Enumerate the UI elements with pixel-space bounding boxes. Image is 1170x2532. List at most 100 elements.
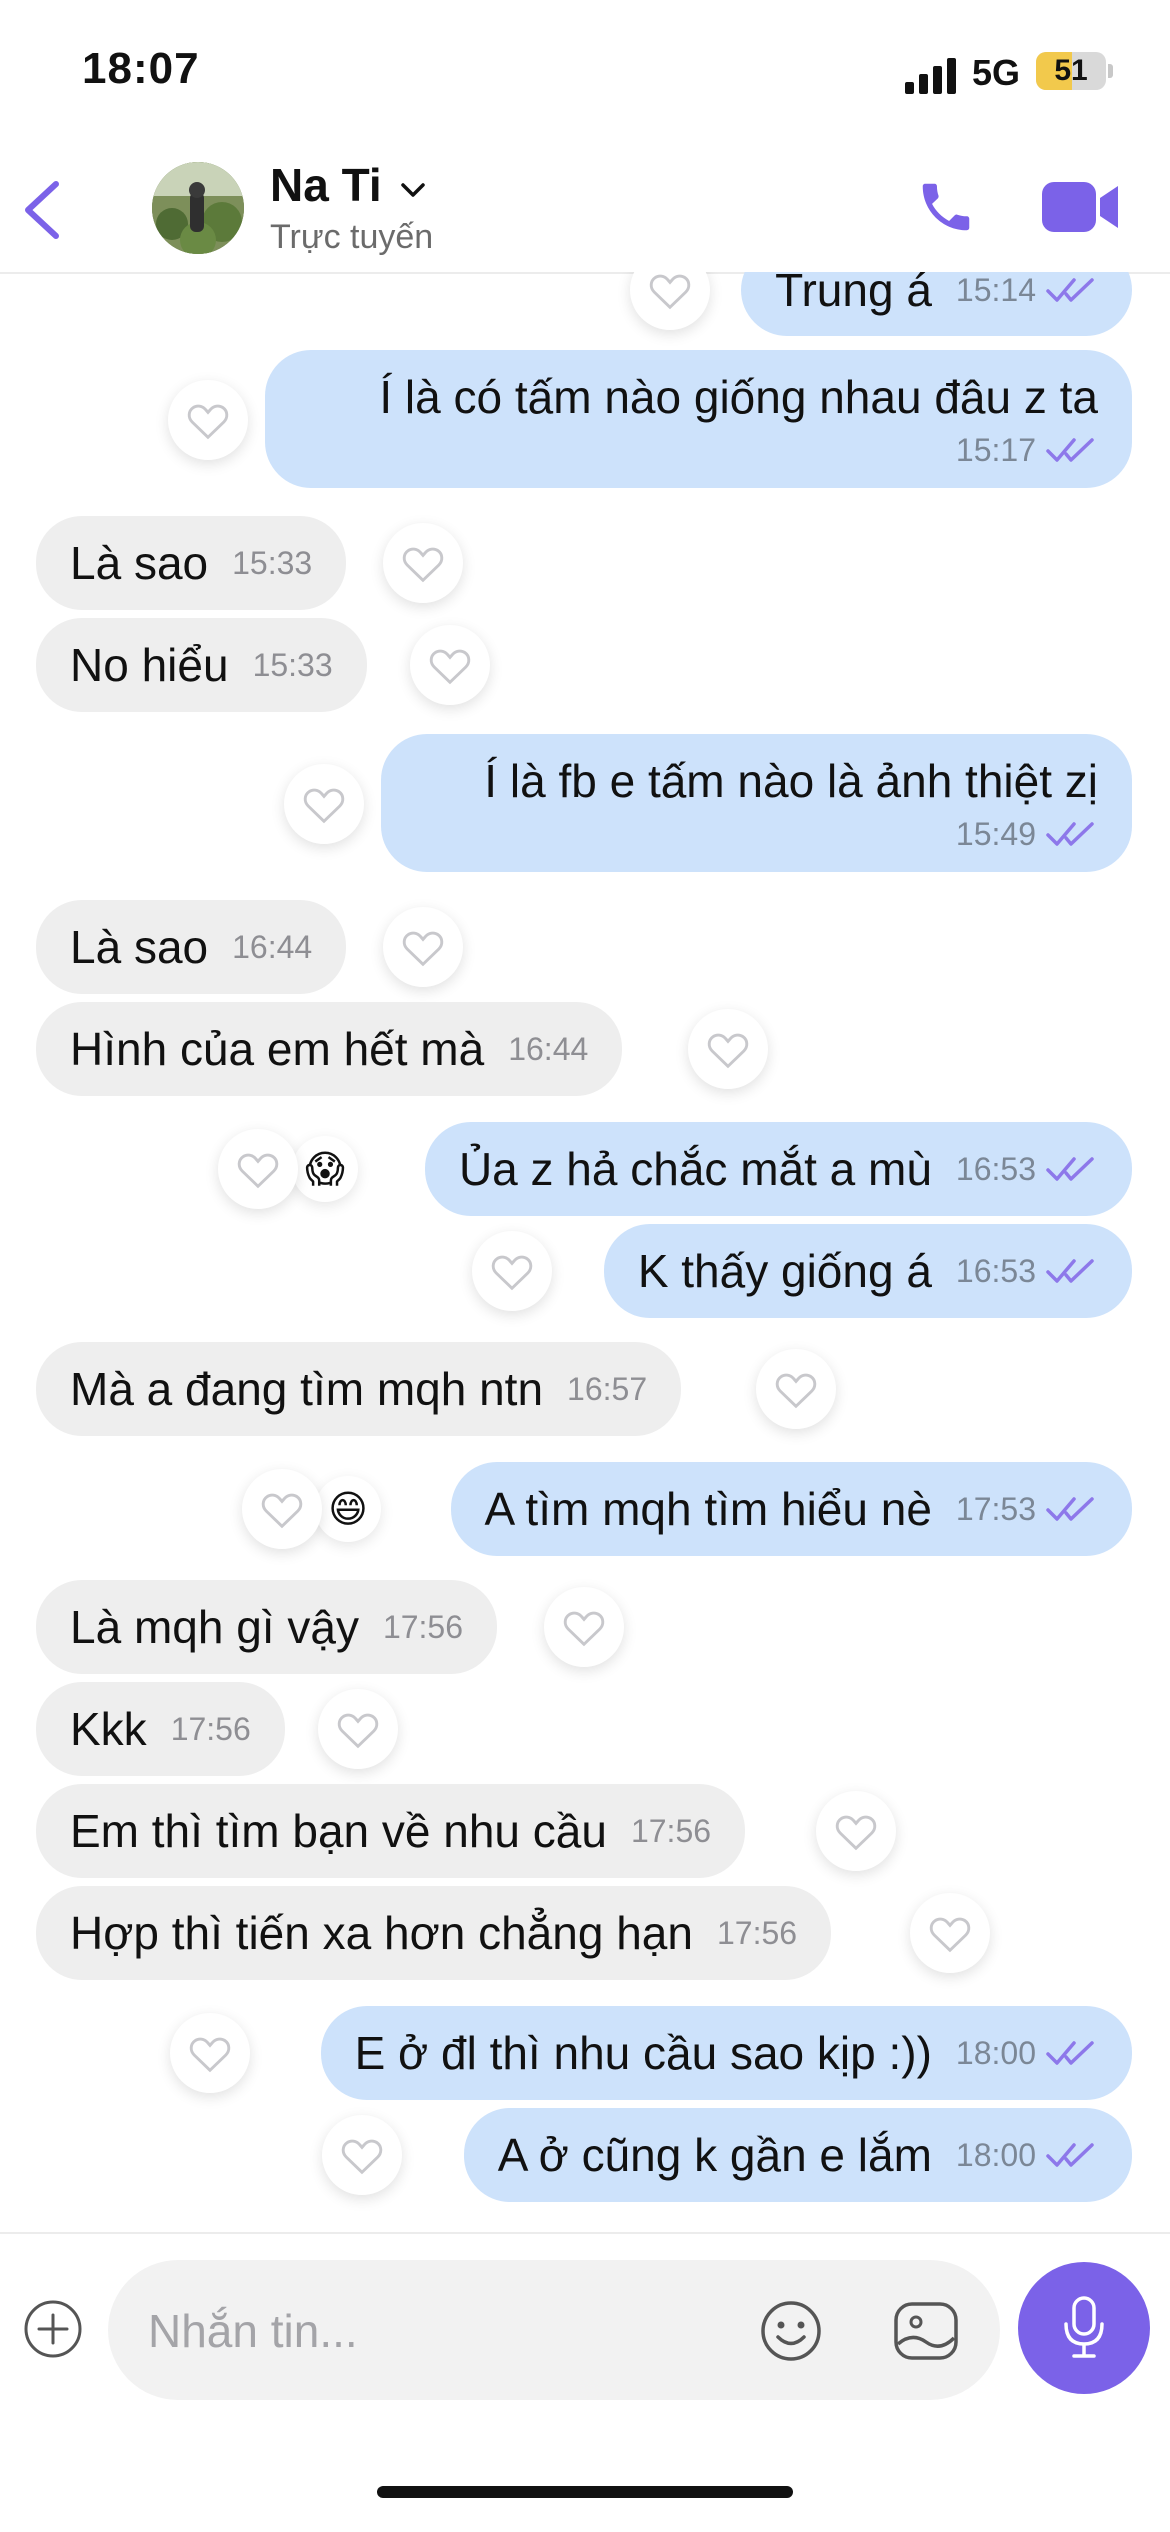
- battery-tip: [1108, 64, 1113, 78]
- message-text: Í là có tấm nào giống nhau đâu z ta: [379, 370, 1098, 423]
- message-meta: 15:33: [232, 545, 312, 582]
- message-bubble-incoming[interactable]: Là mqh gì vậy 17:56: [36, 1580, 498, 1674]
- react-heart-button[interactable]: [544, 1587, 624, 1667]
- message-bubble-incoming[interactable]: Hình của em hết mà 16:44: [36, 1002, 623, 1096]
- chat-header: Na Ti Trực tuyến: [0, 150, 1170, 274]
- message-bubble-incoming[interactable]: Là sao 16:44: [36, 900, 347, 994]
- message-meta: 16:53: [956, 1151, 1098, 1188]
- message-text: Í là fb e tấm nào là ảnh thiệt zị: [484, 754, 1098, 807]
- react-heart-button[interactable]: [688, 1009, 768, 1089]
- message-text: K thấy giống á: [637, 1245, 932, 1297]
- message-row: No hiểu 15:33: [0, 618, 1170, 712]
- message-bubble-outgoing[interactable]: Í là fb e tấm nào là ảnh thiệt zị 15:49: [381, 734, 1132, 872]
- message-bubble-outgoing[interactable]: Í là có tấm nào giống nhau đâu z ta 15:1…: [265, 350, 1132, 488]
- microphone-button[interactable]: [1018, 2262, 1150, 2394]
- message-bubble-incoming[interactable]: Hợp thì tiến xa hơn chẳng hạn 17:56: [36, 1886, 832, 1980]
- message-text: A ở cũng k gần e lắm: [497, 2129, 932, 2181]
- message-text: Hợp thì tiến xa hơn chẳng hạn: [70, 1907, 693, 1959]
- message-time: 17:56: [716, 1914, 798, 1951]
- message-row: Mà a đang tìm mqh ntn 16:57: [0, 1342, 1170, 1436]
- react-heart-button[interactable]: [170, 2013, 250, 2093]
- react-heart-button[interactable]: [910, 1893, 990, 1973]
- message-text: Là sao: [70, 537, 209, 589]
- message-meta: 16:53: [956, 1253, 1098, 1290]
- message-bubble-incoming[interactable]: Là sao 15:33: [36, 516, 347, 610]
- video-camera-icon[interactable]: [1040, 178, 1120, 236]
- image-icon[interactable]: [892, 2298, 960, 2364]
- message-meta: 15:49: [956, 816, 1098, 853]
- double-check-icon: [1046, 1497, 1094, 1521]
- message-bubble-incoming[interactable]: No hiểu 15:33: [36, 618, 367, 712]
- message-time: 15:49: [955, 815, 1036, 852]
- heart-outline-icon: [303, 788, 345, 824]
- message-bubble-outgoing[interactable]: K thấy giống á 16:53: [603, 1224, 1132, 1318]
- react-heart-button[interactable]: [410, 625, 490, 705]
- message-meta: 18:00: [956, 2035, 1098, 2072]
- message-text: Em thì tìm bạn về nhu cầu: [70, 1805, 607, 1857]
- message-time: 15:14: [955, 272, 1036, 308]
- message-bubble-outgoing[interactable]: A ở cũng k gần e lắm 18:00: [463, 2108, 1132, 2202]
- message-time: 15:33: [232, 544, 313, 581]
- message-meta: 15:14: [956, 272, 1098, 309]
- message-input-container[interactable]: [108, 2260, 1000, 2400]
- message-bubble-outgoing[interactable]: A tìm mqh tìm hiểu nè 17:53: [450, 1462, 1132, 1556]
- react-heart-button[interactable]: [168, 380, 248, 460]
- network-type: 5G: [972, 52, 1021, 93]
- double-check-icon: [1046, 2143, 1094, 2167]
- battery-icon: 51: [1036, 52, 1106, 90]
- message-row: Hình của em hết mà 16:44: [0, 1002, 1170, 1096]
- reaction-badge[interactable]: 😱: [292, 1136, 358, 1202]
- react-heart-button[interactable]: [322, 2115, 402, 2195]
- message-time: 17:56: [382, 1608, 464, 1645]
- heart-outline-icon: [775, 1373, 817, 1409]
- message-row: 😱 Ủa z hả chắc mắt a mù 16:53: [0, 1122, 1170, 1216]
- message-meta: 15:33: [253, 647, 333, 684]
- react-heart-button[interactable]: [383, 523, 463, 603]
- message-row: E ở đl thì nhu cầu sao kịp :)) 18:00: [0, 2006, 1170, 2100]
- message-time: 15:17: [955, 431, 1036, 468]
- message-meta: 16:57: [567, 1371, 647, 1408]
- phone-icon[interactable]: [915, 176, 977, 238]
- message-bubble-incoming[interactable]: Kkk 17:56: [36, 1682, 285, 1776]
- react-heart-button[interactable]: [242, 1469, 322, 1549]
- message-bubble-incoming[interactable]: Em thì tìm bạn về nhu cầu 17:56: [36, 1784, 746, 1878]
- back-chevron-icon[interactable]: [18, 178, 68, 242]
- react-heart-button[interactable]: [630, 272, 710, 330]
- contact-name[interactable]: Na Ti: [270, 158, 382, 212]
- message-bubble-outgoing[interactable]: E ở đl thì nhu cầu sao kịp :)) 18:00: [320, 2006, 1132, 2100]
- double-check-icon: [1046, 278, 1094, 302]
- message-meta: 18:00: [956, 2137, 1098, 2174]
- reaction-badge[interactable]: 😄: [315, 1476, 381, 1542]
- chevron-down-icon[interactable]: [400, 180, 426, 200]
- message-meta: 17:56: [383, 1609, 463, 1646]
- message-text: Là mqh gì vậy: [70, 1601, 359, 1653]
- home-indicator: [377, 2486, 793, 2498]
- react-heart-button[interactable]: [218, 1129, 298, 1209]
- react-heart-button[interactable]: [318, 1689, 398, 1769]
- message-bubble-outgoing[interactable]: Ủa z hả chắc mắt a mù 16:53: [424, 1122, 1132, 1216]
- react-heart-button[interactable]: [816, 1791, 896, 1871]
- message-meta: 15:17: [956, 432, 1098, 469]
- message-bubble-incoming[interactable]: Mà a đang tìm mqh ntn 16:57: [36, 1342, 682, 1436]
- plus-circle-icon[interactable]: [22, 2298, 84, 2360]
- smiley-icon[interactable]: [758, 2298, 824, 2364]
- double-check-icon: [1046, 1259, 1094, 1283]
- message-list[interactable]: Trung á 15:14 Í là có tấm nào giống nhau…: [0, 272, 1170, 2232]
- double-check-icon: [1046, 2041, 1094, 2065]
- message-row: Í là có tấm nào giống nhau đâu z ta 15:1…: [0, 350, 1170, 488]
- message-text: No hiểu: [70, 639, 229, 691]
- message-bubble-outgoing[interactable]: Trung á 15:14: [741, 272, 1132, 336]
- react-heart-button[interactable]: [383, 907, 463, 987]
- message-row: Là sao 16:44: [0, 900, 1170, 994]
- avatar[interactable]: [152, 162, 244, 254]
- react-heart-button[interactable]: [472, 1231, 552, 1311]
- message-time: 17:53: [955, 1490, 1036, 1527]
- message-text: Là sao: [70, 921, 209, 973]
- message-time: 15:33: [252, 646, 333, 683]
- react-heart-button[interactable]: [756, 1349, 836, 1429]
- heart-outline-icon: [929, 1917, 971, 1953]
- message-input[interactable]: [146, 2300, 710, 2362]
- react-heart-button[interactable]: [284, 764, 364, 844]
- heart-outline-icon: [187, 404, 229, 440]
- signal-icon: [905, 58, 956, 94]
